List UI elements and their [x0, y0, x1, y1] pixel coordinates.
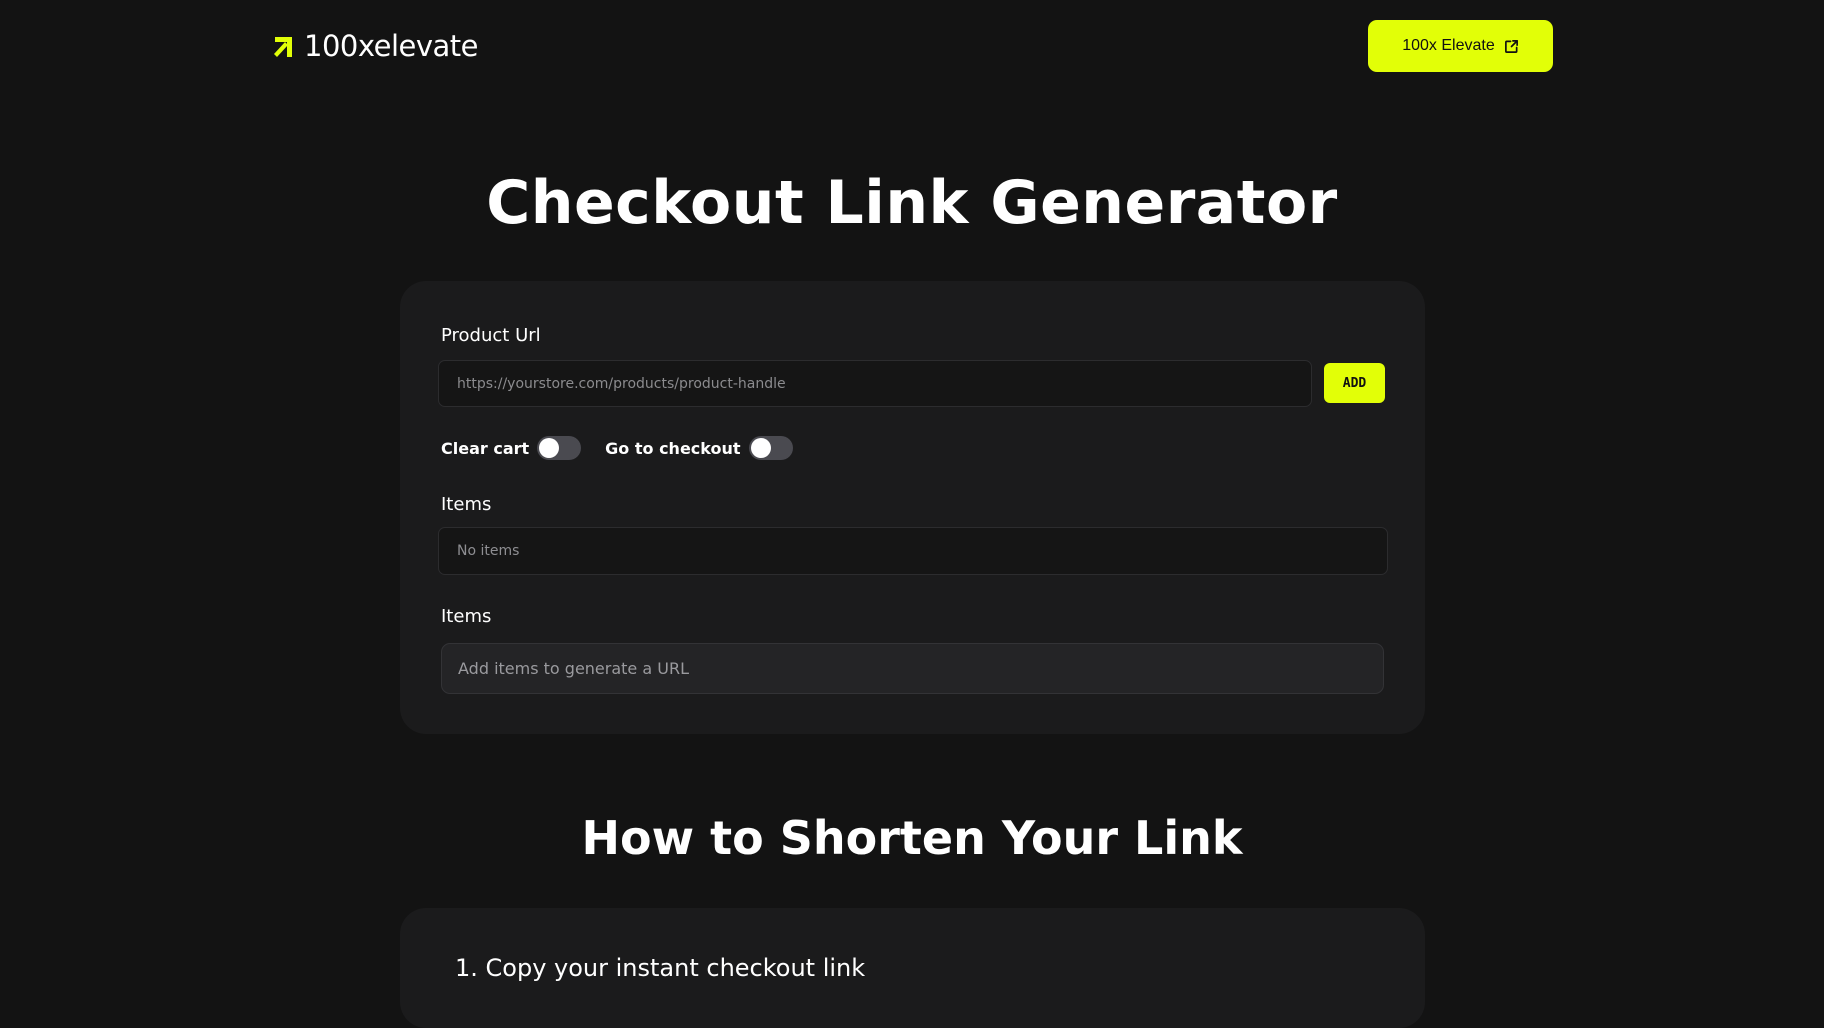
generator-card: Product Url ADD Clear cart Go to checkou…	[400, 281, 1425, 734]
items-list: No items	[438, 527, 1388, 575]
clear-cart-toggle[interactable]	[537, 436, 582, 460]
arrow-up-right-logo-icon	[274, 37, 292, 57]
elevate-external-button[interactable]: 100x Elevate	[1368, 20, 1553, 72]
page-title: Checkout Link Generator	[486, 168, 1338, 238]
items-empty-text: No items	[457, 543, 520, 559]
top-navigation: 100xelevate 100x Elevate	[0, 0, 1824, 92]
external-link-icon	[1504, 39, 1518, 53]
go-to-checkout-label: Go to checkout	[605, 438, 741, 458]
go-to-checkout-toggle[interactable]	[748, 436, 793, 460]
generated-url-placeholder: Add items to generate a URL	[458, 659, 689, 678]
items-label: Items	[441, 494, 492, 515]
toggle-knob	[539, 438, 560, 458]
brand-logo[interactable]: 100xelevate	[272, 29, 479, 63]
options-row: Clear cart Go to checkout	[441, 436, 817, 460]
howto-card: 1. Copy your instant checkout link	[400, 908, 1425, 1028]
product-url-input[interactable]	[438, 360, 1312, 407]
howto-title: How to Shorten Your Link	[581, 811, 1243, 865]
product-url-label: Product Url	[441, 325, 541, 346]
add-button[interactable]: ADD	[1324, 363, 1385, 403]
toggle-knob	[750, 438, 771, 458]
brand-name: 100xelevate	[304, 29, 479, 63]
elevate-button-label: 100x Elevate	[1402, 37, 1495, 54]
clear-cart-label: Clear cart	[441, 438, 530, 458]
howto-step: 1. Copy your instant checkout link	[455, 954, 866, 982]
generated-url-field[interactable]: Add items to generate a URL	[441, 643, 1384, 694]
generated-url-label: Items	[441, 606, 492, 627]
